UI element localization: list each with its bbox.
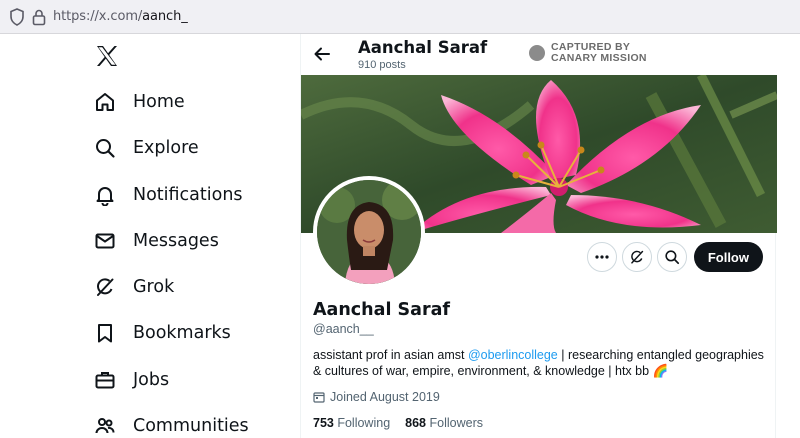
profile-handle: @aanch__	[313, 322, 374, 336]
followers-link[interactable]: 868 Followers	[405, 416, 483, 430]
home-icon	[92, 89, 118, 115]
sidebar-item-grok[interactable]: Grok	[92, 269, 174, 305]
more-options-button[interactable]	[586, 242, 617, 272]
back-arrow-icon[interactable]	[311, 43, 333, 65]
join-date: Joined August 2019	[313, 390, 440, 404]
grok-icon	[631, 250, 644, 264]
sidebar-item-label: Home	[133, 92, 185, 112]
watermark-text: CAPTURED BY CANARY MISSION	[551, 42, 647, 64]
follow-stats: 753 Following 868 Followers	[313, 416, 498, 430]
grok-button[interactable]	[621, 242, 652, 272]
canary-logo-icon	[529, 45, 545, 61]
bio-text: assistant prof in asian amst	[313, 348, 468, 362]
sidebar-item-label: Jobs	[133, 370, 170, 390]
post-count: 910 posts	[358, 59, 406, 71]
search-icon	[92, 135, 118, 161]
avatar[interactable]	[313, 176, 425, 288]
sidebar-item-notifications[interactable]: Notifications	[92, 177, 243, 213]
join-date-text: Joined August 2019	[330, 390, 440, 404]
sidebar-item-messages[interactable]: Messages	[92, 223, 219, 259]
sidebar-item-label: Messages	[133, 231, 219, 251]
following-label: Following	[337, 416, 391, 430]
sidebar-item-communities[interactable]: Communities	[92, 408, 249, 438]
url-host: https://x.com/	[53, 9, 143, 24]
bio-mention-link[interactable]: @oberlincollege	[468, 348, 558, 362]
profile-column: Aanchal Saraf 910 posts CAPTURED BY CANA…	[300, 34, 777, 438]
sidebar-item-label: Grok	[133, 277, 175, 297]
briefcase-icon	[92, 367, 118, 393]
following-link[interactable]: 753 Following	[313, 416, 390, 430]
avatar-image	[317, 180, 421, 284]
sidebar-item-label: Communities	[133, 416, 249, 436]
sidebar-item-label: Notifications	[133, 185, 243, 205]
sidebar-item-home[interactable]: Home	[92, 84, 185, 120]
sidebar-item-explore[interactable]: Explore	[92, 130, 199, 166]
sidebar-item-label: Explore	[133, 138, 199, 158]
watermark: CAPTURED BY CANARY MISSION	[529, 42, 647, 64]
sidebar-item-bookmarks[interactable]: Bookmarks	[92, 315, 231, 351]
profile-actions: Follow	[582, 242, 763, 272]
calendar-icon	[313, 392, 325, 403]
shield-icon[interactable]	[9, 8, 25, 26]
search-icon	[665, 250, 679, 265]
lock-icon[interactable]	[32, 8, 46, 26]
header-name: Aanchal Saraf	[358, 38, 488, 57]
url-field[interactable]: https://x.com/aanch_	[53, 9, 188, 24]
more-dots-icon	[595, 255, 609, 259]
followers-label: Followers	[429, 416, 484, 430]
people-icon	[92, 413, 118, 438]
search-profile-button[interactable]	[656, 242, 687, 272]
bookmark-icon	[92, 320, 118, 346]
profile-name: Aanchal Saraf	[313, 300, 451, 320]
bell-icon	[92, 182, 118, 208]
follow-button[interactable]: Follow	[693, 242, 763, 272]
envelope-icon	[92, 228, 118, 254]
watermark-line2: CANARY MISSION	[551, 52, 647, 64]
sidebar-item-label: Bookmarks	[133, 323, 231, 343]
followers-count: 868	[405, 416, 427, 430]
following-count: 753	[313, 416, 334, 430]
url-path: aanch_	[142, 9, 188, 24]
sidebar-item-jobs[interactable]: Jobs	[92, 362, 169, 398]
browser-url-bar: https://x.com/aanch_	[0, 0, 800, 34]
sidebar-nav: Home Explore Notifications Messages Grok…	[0, 34, 300, 438]
x-logo-icon[interactable]	[95, 44, 119, 68]
profile-bio: assistant prof in asian amst @oberlincol…	[313, 347, 773, 379]
grok-icon	[92, 274, 118, 300]
profile-header-bar: Aanchal Saraf 910 posts CAPTURED BY CANA…	[301, 34, 777, 75]
